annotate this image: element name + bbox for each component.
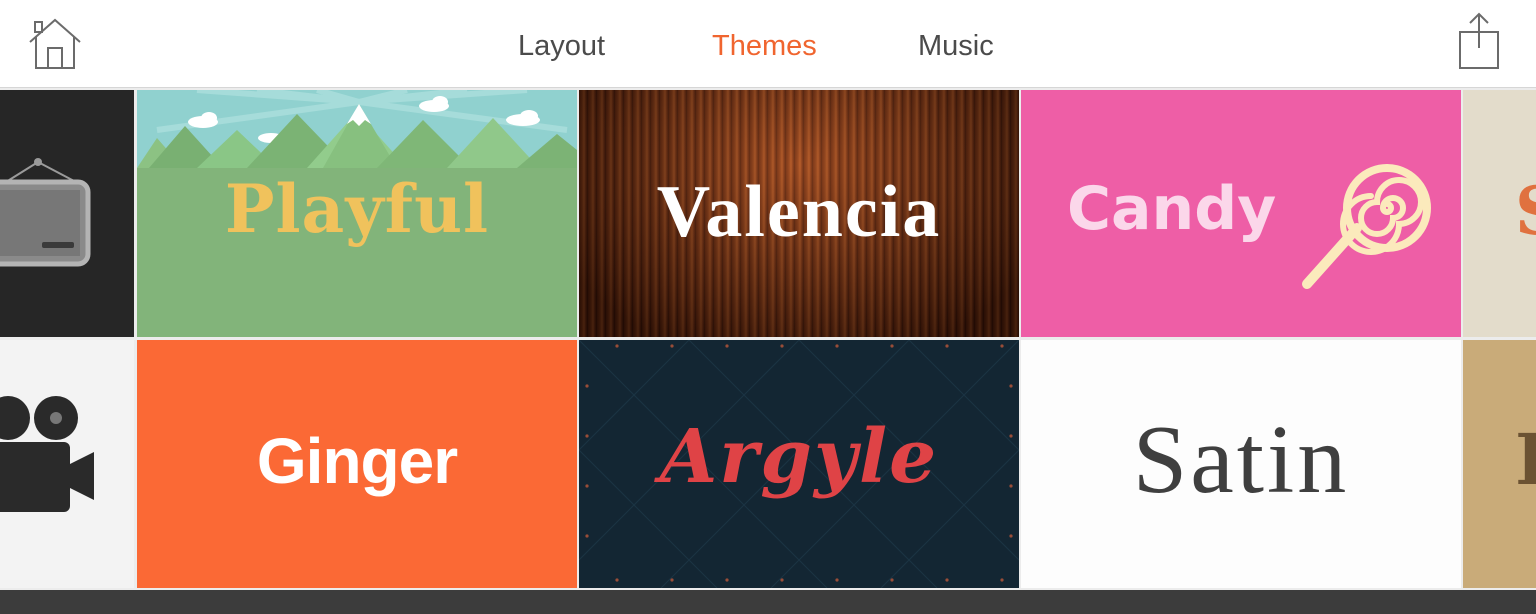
film-camera-icon bbox=[0, 396, 94, 512]
theme-label-argyle: Argyle bbox=[659, 414, 939, 500]
picture-frame-icon bbox=[0, 158, 91, 267]
theme-label-valencia: Valencia bbox=[656, 171, 942, 253]
theme-tile-candy[interactable]: Candy bbox=[1021, 90, 1461, 337]
lollipop-icon bbox=[1302, 164, 1431, 289]
theme-tile-partial-2[interactable]: I bbox=[1463, 340, 1536, 588]
theme-tile-playful[interactable]: Playful bbox=[137, 90, 577, 337]
theme-label-candy: Candy bbox=[1067, 174, 1277, 244]
theme-tile-partial-1[interactable]: S bbox=[1463, 90, 1536, 337]
theme-label-partial-1: S bbox=[1515, 172, 1536, 250]
theme-tile-satin[interactable]: Satin bbox=[1021, 340, 1461, 588]
theme-tile-ginger[interactable]: Ginger bbox=[137, 340, 577, 588]
share-icon bbox=[1459, 12, 1499, 69]
tab-themes[interactable]: Themes bbox=[712, 26, 817, 66]
theme-label-playful: Playful bbox=[224, 170, 490, 248]
theme-grid: Playful Valencia Candy S Ginger bbox=[0, 88, 1536, 590]
theme-tile-film[interactable] bbox=[0, 340, 134, 588]
theme-tile-chalkboard[interactable] bbox=[0, 90, 134, 337]
home-button[interactable] bbox=[26, 16, 84, 72]
tab-layout[interactable]: Layout bbox=[518, 26, 605, 66]
home-icon bbox=[29, 18, 81, 69]
share-button[interactable] bbox=[1456, 12, 1502, 72]
bottom-bar bbox=[0, 590, 1536, 614]
theme-label-ginger: Ginger bbox=[256, 425, 458, 497]
theme-tile-argyle[interactable]: Argyle bbox=[579, 340, 1019, 588]
tab-music[interactable]: Music bbox=[918, 26, 994, 66]
theme-label-partial-2: I bbox=[1515, 418, 1536, 501]
top-toolbar: Layout Themes Music bbox=[0, 0, 1536, 88]
theme-label-satin: Satin bbox=[1132, 406, 1350, 514]
theme-tile-valencia[interactable]: Valencia bbox=[579, 90, 1019, 337]
